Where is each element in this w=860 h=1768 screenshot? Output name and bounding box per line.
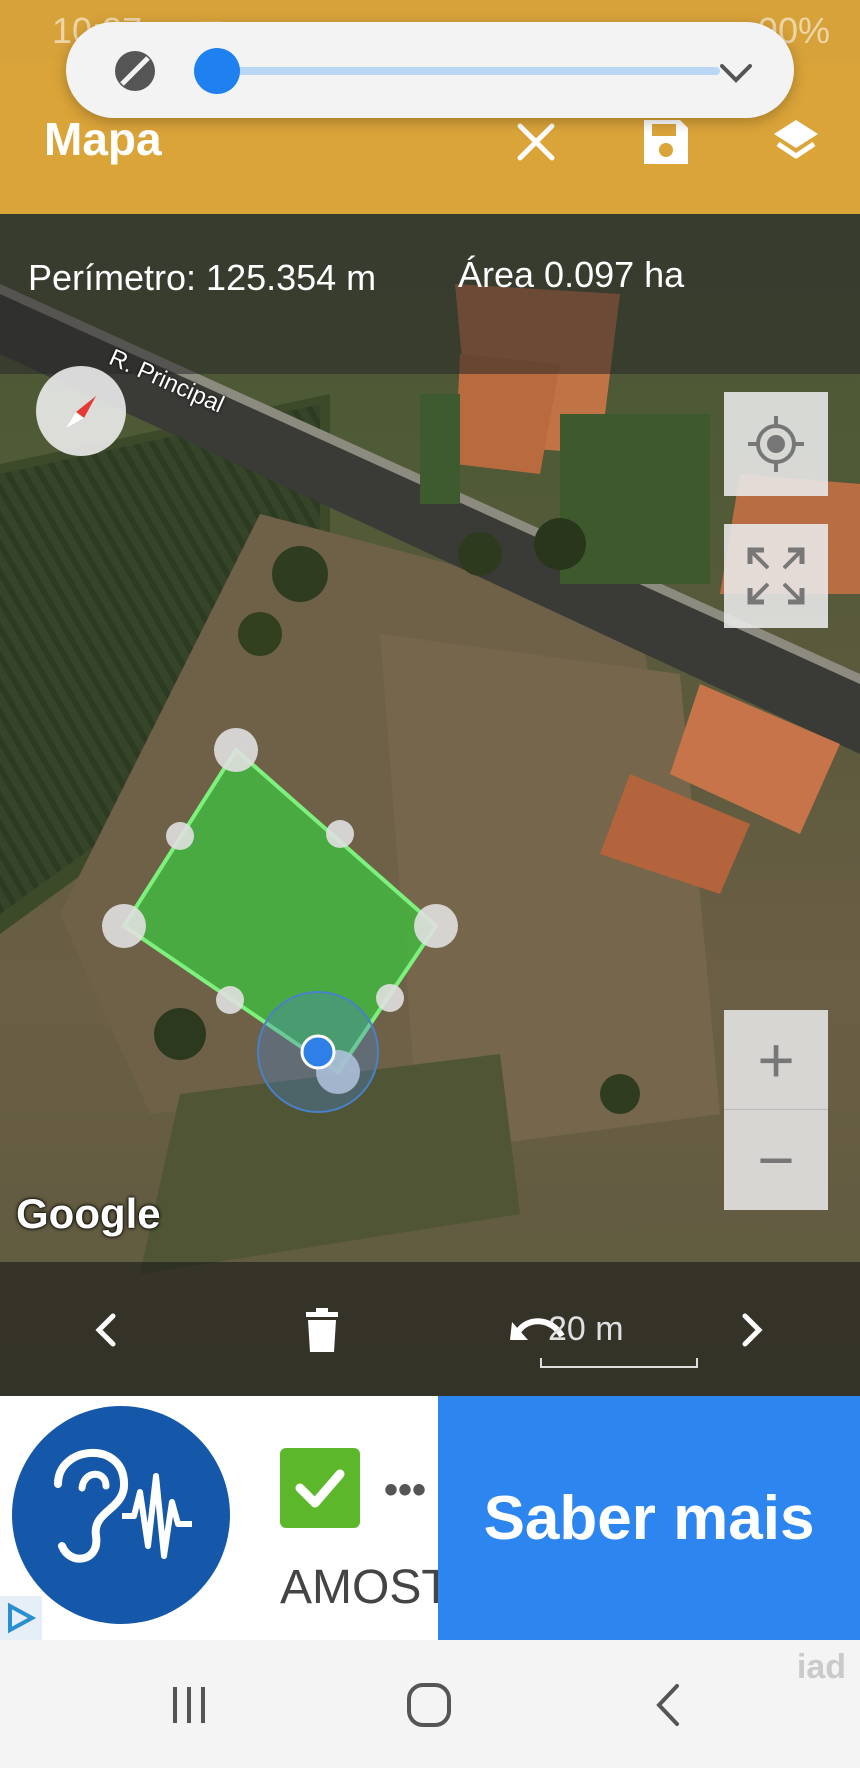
- page-title: Mapa: [44, 113, 162, 165]
- home-button[interactable]: [394, 1670, 464, 1740]
- ad-title: AMOSTRA: [280, 1561, 438, 1614]
- vertex-handle[interactable]: [102, 904, 146, 948]
- google-attribution: Google: [16, 1190, 161, 1237]
- checkmark-icon: [280, 1448, 360, 1528]
- scale-bar: [540, 1358, 698, 1368]
- ear-soundwave-icon: [54, 1448, 192, 1563]
- volume-track[interactable]: [216, 67, 720, 75]
- system-nav-bar: iad: [0, 1640, 860, 1768]
- recent-apps-icon: [173, 1687, 205, 1723]
- perimeter-readout: Perímetro: 125.354 m: [28, 257, 377, 298]
- compass-button[interactable]: [36, 366, 126, 456]
- map-view[interactable]: Perímetro: 125.354 m Área 0.097 ha R. Pr…: [0, 214, 860, 1396]
- previous-button[interactable]: [66, 1290, 146, 1370]
- my-location-button[interactable]: [724, 392, 828, 496]
- expand-icon: [747, 547, 805, 605]
- back-icon: [656, 1684, 679, 1726]
- iad-watermark: iad: [796, 1648, 846, 1686]
- save-icon: [644, 120, 688, 164]
- next-button[interactable]: [712, 1290, 792, 1370]
- fit-bounds-button[interactable]: [724, 524, 828, 628]
- scale-label: 20 m: [548, 1310, 624, 1348]
- more-dots: •••: [384, 1468, 427, 1512]
- vertex-handle[interactable]: [214, 728, 258, 772]
- layers-button[interactable]: [756, 102, 836, 182]
- trash-icon: [306, 1308, 338, 1352]
- chevron-right-icon: [742, 1313, 763, 1347]
- ad-banner[interactable]: ••• AMOSTRA Saber mais: [0, 1396, 860, 1640]
- edit-toolbar: 20 m: [0, 1262, 860, 1396]
- recent-apps-button[interactable]: [154, 1670, 224, 1740]
- midpoint-handle[interactable]: [326, 820, 354, 848]
- compass-icon: [66, 396, 96, 428]
- zoom-out-button[interactable]: −: [724, 1110, 828, 1210]
- delete-button[interactable]: [282, 1290, 362, 1370]
- volume-panel: [66, 22, 794, 118]
- mute-icon[interactable]: [110, 46, 160, 96]
- midpoint-handle[interactable]: [216, 986, 244, 1014]
- adchoices-icon[interactable]: [0, 1596, 42, 1640]
- area-readout: Área 0.097 ha: [458, 254, 685, 295]
- midpoint-handle[interactable]: [376, 984, 404, 1012]
- layers-icon: [774, 120, 818, 159]
- back-button[interactable]: [634, 1670, 704, 1740]
- current-location-dot: [300, 1034, 336, 1070]
- plus-icon: +: [757, 1023, 795, 1096]
- midpoint-handle[interactable]: [166, 822, 194, 850]
- home-icon: [407, 1683, 451, 1727]
- volume-thumb[interactable]: [194, 48, 240, 94]
- crosshair-icon: [748, 416, 804, 472]
- chevron-left-icon: [95, 1313, 116, 1347]
- ad-logo[interactable]: [12, 1406, 230, 1624]
- learn-more-button[interactable]: Saber mais: [438, 1396, 860, 1640]
- zoom-in-button[interactable]: +: [724, 1010, 828, 1110]
- minus-icon: −: [757, 1124, 795, 1196]
- close-icon: [517, 123, 555, 161]
- chevron-down-icon[interactable]: [716, 52, 756, 92]
- vertex-handle[interactable]: [414, 904, 458, 948]
